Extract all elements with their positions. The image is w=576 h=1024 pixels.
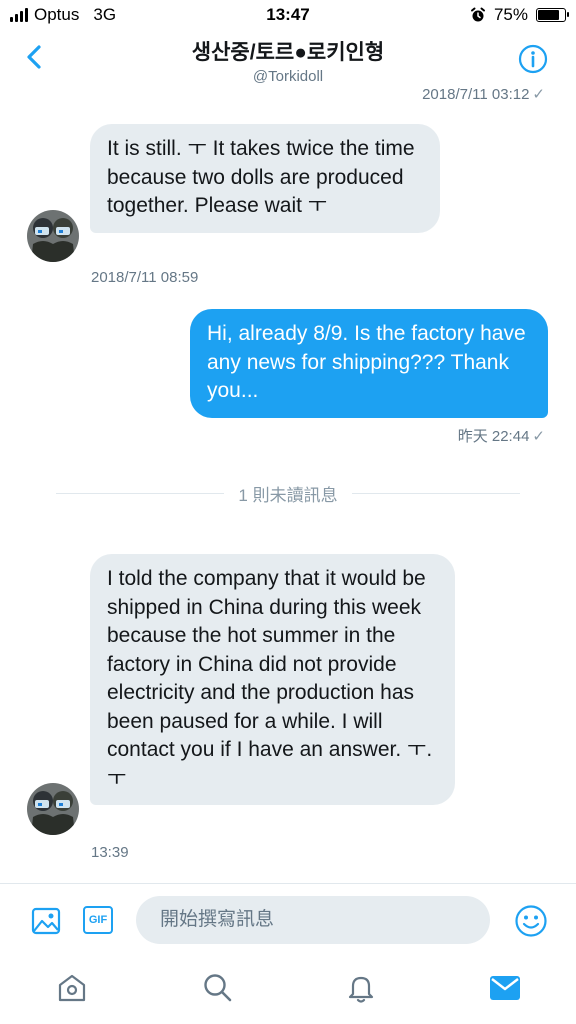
conversation-handle: @Torkidoll [252,68,324,85]
avatar[interactable] [27,783,79,835]
check-icon: ✓ [532,86,545,103]
message-list[interactable]: 2018/7/11 03:12 ✓ It is still. ㅜ It takes… [0,86,576,883]
alarm-icon [470,7,485,22]
check-icon: ✓ [532,428,545,445]
message-timestamp: 昨天 22:44 ✓ [457,428,545,445]
avatar[interactable] [27,210,79,262]
notifications-icon[interactable] [345,972,377,1004]
message-timestamp: 2018/7/11 08:59 [91,269,199,286]
home-icon[interactable] [56,972,88,1004]
info-icon[interactable] [518,44,548,74]
message-composer: GIF 開始撰寫訊息 [0,883,576,956]
image-icon[interactable] [31,906,61,936]
search-icon[interactable] [202,972,234,1004]
unread-divider: 1 則未讀訊息 [0,481,576,506]
message-timestamp: 13:39 [91,844,129,861]
message-timestamp: 2018/7/11 03:12 ✓ [422,86,545,103]
emoji-icon[interactable] [514,904,548,938]
gif-icon[interactable]: GIF [83,906,113,934]
conversation-header: 생산중/토르●로키인형 @Torkidoll [0,30,576,88]
message-bubble-received[interactable]: I told the company that it would be ship… [90,554,455,805]
message-bubble-sent[interactable]: Hi, already 8/9. Is the factory have any… [190,309,548,418]
messages-icon[interactable] [489,974,521,1002]
battery-percent: 75% [493,5,528,24]
message-bubble-received[interactable]: It is still. ㅜ It takes twice the time b… [90,124,440,233]
battery-icon [536,8,569,22]
tab-bar [0,955,576,1024]
status-bar: Optus 3G 13:47 75% [0,0,576,30]
message-input[interactable]: 開始撰寫訊息 [136,896,490,944]
conversation-title[interactable]: 생산중/토르●로키인형 [0,36,576,66]
